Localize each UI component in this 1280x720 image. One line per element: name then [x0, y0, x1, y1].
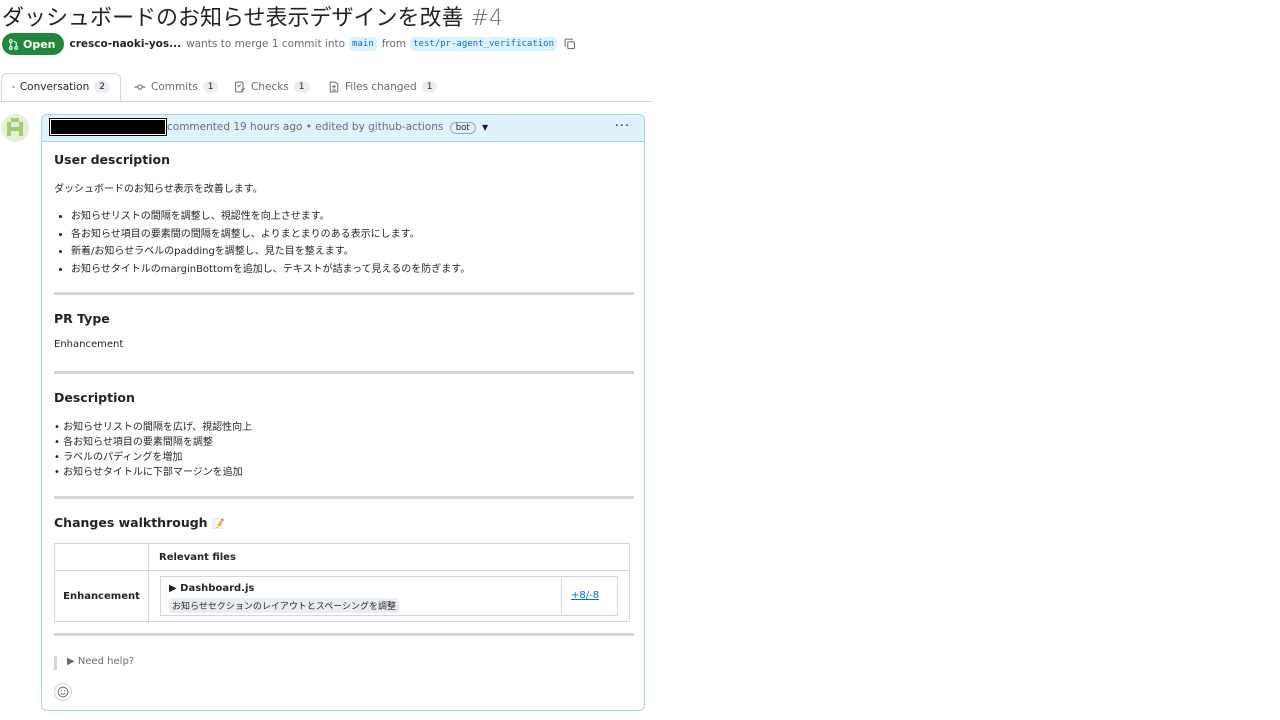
divider — [54, 292, 634, 295]
pr-comment: commented 19 hours ago • edited by githu… — [41, 114, 645, 711]
table-header-row: Relevant files — [54, 543, 630, 571]
walkthrough-table: Relevant files Enhancement ▶ Dashboard.j… — [54, 543, 630, 622]
git-commit-icon — [134, 84, 146, 90]
user-description-list: お知らせリストの間隔を調整し、視認性を向上させます。 各お知らせ項目の要素間の間… — [54, 207, 470, 277]
pr-title: ダッシュボードのお知らせ表示デザインを改善 #4 — [2, 0, 503, 32]
tab-counter: 1 — [202, 81, 219, 93]
bot-badge: bot — [449, 122, 476, 134]
user-description-intro: ダッシュボードのお知らせ表示を改善します。 — [54, 184, 263, 195]
tab-commits[interactable]: Commits 1 — [134, 73, 219, 101]
walkthrough-heading-text: Changes walkthrough — [54, 515, 208, 530]
user-description-heading: User description — [54, 152, 171, 167]
author-link[interactable]: cresco-naoki-yos... — [70, 38, 182, 50]
merge-text: wants to merge 1 commit into — [186, 38, 346, 50]
copy-icon[interactable] — [564, 38, 576, 50]
tab-label: Files changed — [345, 81, 417, 93]
head-branch[interactable]: test/pr-agent_verification — [410, 37, 558, 51]
tab-counter: 2 — [94, 81, 110, 93]
tab-label: Checks — [251, 81, 289, 93]
state-label: Open — [23, 37, 56, 51]
file-diff-icon — [329, 81, 339, 93]
base-branch[interactable]: main — [349, 37, 377, 51]
description-line: • 各お知らせ項目の要素間隔を調整 — [54, 437, 213, 448]
list-item: 各お知らせ項目の要素間の間隔を調整し、よりまとまりのある表示にします。 — [71, 225, 470, 243]
table-header-relevant-files: Relevant files — [148, 543, 630, 571]
description-heading: Description — [54, 390, 135, 405]
pr-tabs: Conversation 2 Commits 1 Checks 1 Files … — [0, 73, 653, 102]
file-name-toggle[interactable]: ▶ Dashboard.js — [169, 583, 254, 594]
tab-checks[interactable]: Checks 1 — [234, 73, 310, 101]
divider — [54, 496, 634, 499]
table-header-empty — [54, 543, 149, 571]
kebab-menu-icon[interactable]: ··· — [615, 119, 630, 134]
tab-label: Commits — [151, 81, 198, 93]
description-line: • お知らせリストの間隔を広げ、視認性向上 — [54, 422, 253, 433]
pr-title-text: ダッシュボードのお知らせ表示デザインを改善 — [2, 6, 464, 31]
tab-counter: 1 — [421, 81, 438, 93]
pr-meta: Open cresco-naoki-yos... wants to merge … — [2, 33, 576, 55]
diff-stats-link[interactable]: +8/-8 — [571, 590, 599, 601]
tab-counter: 1 — [293, 81, 310, 93]
cell-divider — [561, 577, 562, 615]
divider — [54, 371, 634, 374]
add-reaction-button[interactable] — [54, 683, 72, 701]
checklist-icon — [235, 81, 245, 93]
list-item: お知らせリストの間隔を調整し、視認性を向上させます。 — [71, 207, 470, 225]
list-item: お知らせタイトルのmarginBottomを追加し、テキストが詰まって見えるのを… — [71, 260, 470, 278]
comment-meta-text: commented 19 hours ago • edited by githu… — [167, 121, 444, 133]
pr-number: #4 — [470, 6, 503, 31]
comment-discussion-icon — [12, 85, 15, 89]
memo-icon: 📝 — [211, 519, 225, 530]
need-help-toggle[interactable]: ▶ Need help? — [54, 656, 134, 670]
redacted-username — [49, 118, 167, 136]
comment-header: commented 19 hours ago • edited by githu… — [42, 115, 644, 142]
tab-label: Conversation — [19, 81, 90, 93]
git-pull-request-icon — [8, 38, 19, 50]
description-line: • ラベルのパディングを増加 — [54, 452, 183, 463]
row-label: Enhancement — [54, 570, 149, 622]
from-text: from — [381, 38, 407, 50]
tab-files-changed[interactable]: Files changed 1 — [328, 73, 438, 101]
file-details: ▶ Dashboard.js お知らせセクションのレイアウトとスペーシングを調整… — [160, 576, 618, 616]
divider — [54, 633, 634, 636]
file-cell: ▶ Dashboard.js お知らせセクションのレイアウトとスペーシングを調整… — [148, 570, 630, 622]
pr-type-value: Enhancement — [54, 339, 124, 350]
comment-meta: commented 19 hours ago • edited by githu… — [167, 121, 488, 134]
table-row: Enhancement ▶ Dashboard.js お知らせセクションのレイア… — [54, 570, 630, 622]
description-line: • お知らせタイトルに下部マージンを追加 — [54, 467, 243, 478]
file-summary: お知らせセクションのレイアウトとスペーシングを調整 — [169, 598, 400, 613]
tab-conversation[interactable]: Conversation 2 — [1, 73, 121, 101]
chevron-down-icon[interactable]: ▼ — [482, 123, 488, 132]
list-item: 新着/お知らせラベルのpaddingを調整し、見た目を整えます。 — [71, 242, 470, 260]
smiley-icon — [57, 686, 69, 698]
pr-type-heading: PR Type — [54, 311, 110, 326]
avatar[interactable] — [1, 114, 29, 142]
walkthrough-heading: Changes walkthrough 📝 — [54, 515, 224, 530]
state-badge: Open — [2, 33, 64, 55]
